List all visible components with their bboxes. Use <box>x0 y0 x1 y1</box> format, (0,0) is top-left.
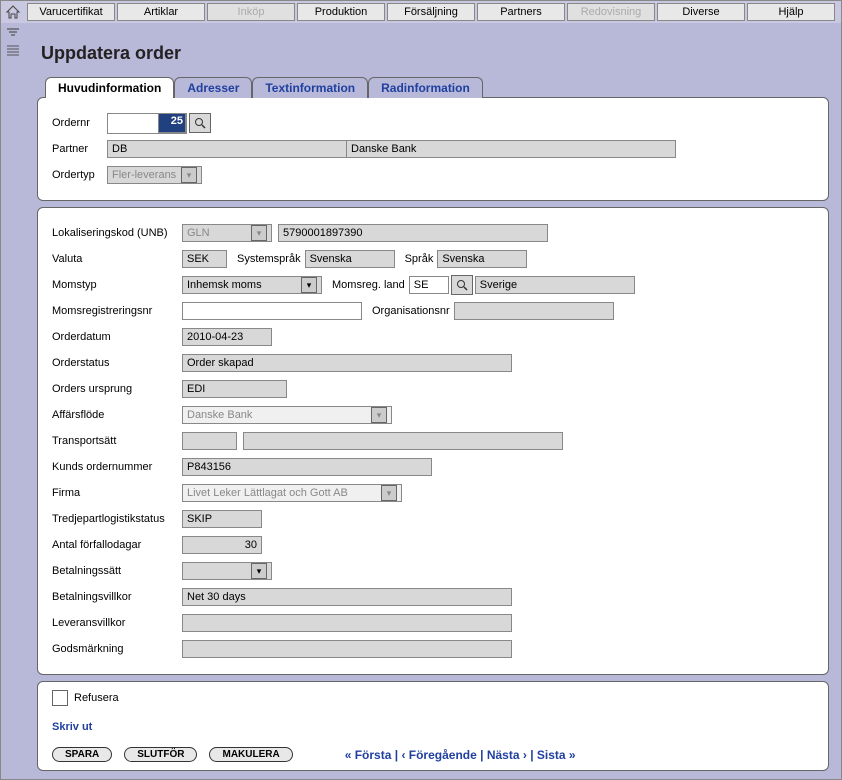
page-title: Uppdatera order <box>41 43 829 64</box>
momsreg-land-code-input[interactable]: SE <box>409 276 449 294</box>
firma-label: Firma <box>52 487 182 499</box>
ordernr-search-button[interactable] <box>189 113 211 133</box>
sprak-input[interactable]: Svenska <box>437 250 527 268</box>
lokkod-type-select[interactable]: GLN ▾ <box>182 224 272 242</box>
kundordernr-label: Kunds ordernummer <box>52 461 182 473</box>
chevron-down-icon: ▾ <box>371 407 387 423</box>
ordertyp-label: Ordertyp <box>52 169 107 181</box>
main-panel: Lokaliseringskod (UNB) GLN ▾ 57900018973… <box>37 207 829 675</box>
sidebar-list-icon[interactable] <box>6 45 20 60</box>
firma-value: Livet Leker Lättlagat och Gott AB <box>187 487 348 499</box>
chevron-down-icon: ▾ <box>381 485 397 501</box>
orderstatus-input: Order skapad <box>182 354 512 372</box>
refusera-checkbox[interactable] <box>52 690 68 706</box>
transportsatt-name-input[interactable] <box>243 432 563 450</box>
kundordernr-input[interactable]: P843156 <box>182 458 432 476</box>
betalningssatt-select[interactable]: ▾ <box>182 562 272 580</box>
makulera-button[interactable]: MAKULERA <box>209 747 292 762</box>
transportsatt-label: Transportsätt <box>52 435 182 447</box>
search-icon <box>456 279 468 291</box>
partner-label: Partner <box>52 143 107 155</box>
ordertyp-select[interactable]: Fler-leverans ▾ <box>107 166 202 184</box>
tpl-input: SKIP <box>182 510 262 528</box>
valuta-input[interactable]: SEK <box>182 250 227 268</box>
chevron-down-icon: ▾ <box>181 167 197 183</box>
sidebar-arrow-icon[interactable] <box>6 28 20 41</box>
momsreg-land-search-button[interactable] <box>451 275 473 295</box>
systemsprak-label: Systemspråk <box>237 253 301 265</box>
affarsflode-select[interactable]: Danske Bank ▾ <box>182 406 392 424</box>
lokkod-type-value: GLN <box>187 227 210 239</box>
menu-hjalp[interactable]: Hjälp <box>747 3 835 21</box>
ordernr-input[interactable]: 25 <box>158 113 186 133</box>
menu-produktion[interactable]: Produktion <box>297 3 385 21</box>
transportsatt-code-input[interactable] <box>182 432 237 450</box>
affarsflode-label: Affärsflöde <box>52 409 182 421</box>
ordernr-label: Ordernr <box>52 117 107 129</box>
godsmarkning-input[interactable] <box>182 640 512 658</box>
menu-redovisning: Redovisning <box>567 3 655 21</box>
momsregnr-label: Momsregistreringsnr <box>52 305 182 317</box>
momsreg-land-name-input: Sverige <box>475 276 635 294</box>
firma-select[interactable]: Livet Leker Lättlagat och Gott AB ▾ <box>182 484 402 502</box>
menu-partners[interactable]: Partners <box>477 3 565 21</box>
refusera-label: Refusera <box>74 692 119 704</box>
lokkod-value-input[interactable]: 5790001897390 <box>278 224 548 242</box>
slutfor-button[interactable]: SLUTFÖR <box>124 747 197 762</box>
betalningsvillkor-label: Betalningsvillkor <box>52 591 182 603</box>
tab-adresser[interactable]: Adresser <box>174 77 252 98</box>
menu-inkop: Inköp <box>207 3 295 21</box>
top-panel: Ordernr 25 Partner DB Danske Bank Ordert… <box>37 97 829 201</box>
partner-code-input[interactable]: DB <box>107 140 347 158</box>
ursprung-label: Orders ursprung <box>52 383 182 395</box>
tab-radinformation[interactable]: Radinformation <box>368 77 483 98</box>
menu-varucertifikat[interactable]: Varucertifikat <box>27 3 115 21</box>
chevron-down-icon: ▾ <box>251 563 267 579</box>
affarsflode-value: Danske Bank <box>187 409 252 421</box>
momstyp-value: Inhemsk moms <box>187 279 262 291</box>
forfallodagar-label: Antal förfallodagar <box>52 539 182 551</box>
orderdatum-label: Orderdatum <box>52 331 182 343</box>
tab-huvudinformation[interactable]: Huvudinformation <box>45 77 174 98</box>
momsreg-land-label: Momsreg. land <box>332 279 405 291</box>
orderdatum-input[interactable]: 2010-04-23 <box>182 328 272 346</box>
lokkod-label: Lokaliseringskod (UNB) <box>52 227 182 239</box>
leveransvillkor-label: Leveransvillkor <box>52 617 182 629</box>
chevron-down-icon: ▾ <box>251 225 267 241</box>
spara-button[interactable]: SPARA <box>52 747 112 762</box>
skriv-ut-link[interactable]: Skriv ut <box>52 721 92 733</box>
momsregnr-input[interactable] <box>182 302 362 320</box>
valuta-label: Valuta <box>52 253 182 265</box>
forfallodagar-input[interactable]: 30 <box>182 536 262 554</box>
orgnr-input[interactable] <box>454 302 614 320</box>
godsmarkning-label: Godsmärkning <box>52 643 182 655</box>
menu-diverse[interactable]: Diverse <box>657 3 745 21</box>
systemsprak-input[interactable]: Svenska <box>305 250 395 268</box>
menu-artiklar[interactable]: Artiklar <box>117 3 205 21</box>
betalningsvillkor-input[interactable]: Net 30 days <box>182 588 512 606</box>
ursprung-input: EDI <box>182 380 287 398</box>
bottom-panel: Refusera Skriv ut SPARA SLUTFÖR MAKULERA… <box>37 681 829 771</box>
orgnr-label: Organisationsnr <box>372 305 450 317</box>
betalningssatt-label: Betalningssätt <box>52 565 182 577</box>
orderstatus-label: Orderstatus <box>52 357 182 369</box>
ordertyp-value: Fler-leverans <box>112 169 176 181</box>
menu-forsaljning[interactable]: Försäljning <box>387 3 475 21</box>
leveransvillkor-input[interactable] <box>182 614 512 632</box>
tpl-label: Tredjepartlogistikstatus <box>52 513 182 525</box>
sprak-label: Språk <box>405 253 434 265</box>
partner-name-input[interactable]: Danske Bank <box>346 140 676 158</box>
tab-textinformation[interactable]: Textinformation <box>252 77 368 98</box>
chevron-down-icon: ▾ <box>301 277 317 293</box>
home-icon[interactable] <box>5 4 21 20</box>
search-icon <box>194 117 206 129</box>
momstyp-label: Momstyp <box>52 279 182 291</box>
momstyp-select[interactable]: Inhemsk moms ▾ <box>182 276 322 294</box>
